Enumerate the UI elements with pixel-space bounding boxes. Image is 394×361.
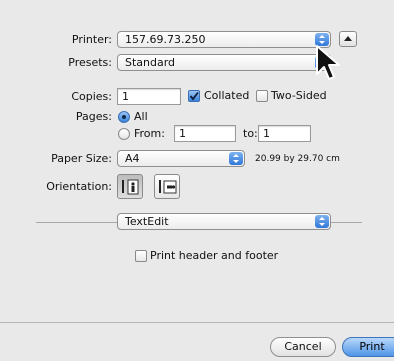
pages-label: Pages: bbox=[75, 110, 112, 123]
paper-size-value: A4 bbox=[125, 152, 140, 165]
presets-popup[interactable]: Standard bbox=[117, 54, 331, 71]
pages-from-radio[interactable] bbox=[118, 128, 130, 140]
pages-to-label: to: bbox=[243, 127, 258, 140]
checkmark-icon bbox=[189, 91, 199, 101]
collated-label: Collated bbox=[204, 89, 250, 102]
landscape-orientation-icon bbox=[159, 180, 177, 194]
section-popup[interactable]: TextEdit bbox=[117, 213, 331, 230]
printer-value: 157.69.73.250 bbox=[125, 33, 206, 46]
pages-to-field[interactable]: 1 bbox=[258, 125, 311, 142]
pages-all-radio[interactable] bbox=[118, 111, 130, 123]
printer-popup[interactable]: 157.69.73.250 bbox=[117, 31, 331, 48]
print-header-footer-checkbox[interactable] bbox=[135, 250, 147, 262]
paper-dimensions: 20.99 by 29.70 cm bbox=[255, 154, 340, 164]
pages-from-label: From: bbox=[134, 127, 165, 140]
chevron-updown-icon bbox=[229, 152, 243, 165]
pages-to-value: 1 bbox=[263, 127, 270, 140]
pages-from-value: 1 bbox=[179, 127, 186, 140]
cursor-arrow-icon bbox=[316, 45, 340, 80]
copies-value: 1 bbox=[122, 90, 129, 103]
pages-all-label: All bbox=[134, 110, 148, 123]
copies-field[interactable]: 1 bbox=[117, 88, 181, 105]
presets-value: Standard bbox=[125, 56, 176, 69]
orientation-landscape-button[interactable] bbox=[154, 174, 180, 199]
chevron-updown-icon bbox=[315, 215, 329, 228]
presets-label: Presets: bbox=[68, 56, 112, 69]
section-value: TextEdit bbox=[125, 215, 169, 228]
paper-size-label: Paper Size: bbox=[51, 152, 112, 165]
cancel-button[interactable]: Cancel bbox=[270, 337, 336, 357]
orientation-portrait-button[interactable] bbox=[117, 174, 143, 199]
pages-from-field[interactable]: 1 bbox=[174, 125, 236, 142]
footer-divider bbox=[0, 322, 394, 323]
print-header-footer-label: Print header and footer bbox=[150, 249, 279, 262]
printer-label: Printer: bbox=[71, 33, 112, 46]
orientation-label: Orientation: bbox=[46, 180, 112, 193]
collated-checkbox[interactable] bbox=[188, 90, 200, 102]
two-sided-label: Two-Sided bbox=[271, 89, 327, 102]
portrait-orientation-icon bbox=[122, 179, 139, 195]
print-button[interactable]: Print bbox=[342, 337, 394, 357]
copies-label: Copies: bbox=[71, 90, 112, 103]
two-sided-checkbox[interactable] bbox=[256, 90, 268, 102]
paper-size-popup[interactable]: A4 bbox=[117, 150, 245, 167]
